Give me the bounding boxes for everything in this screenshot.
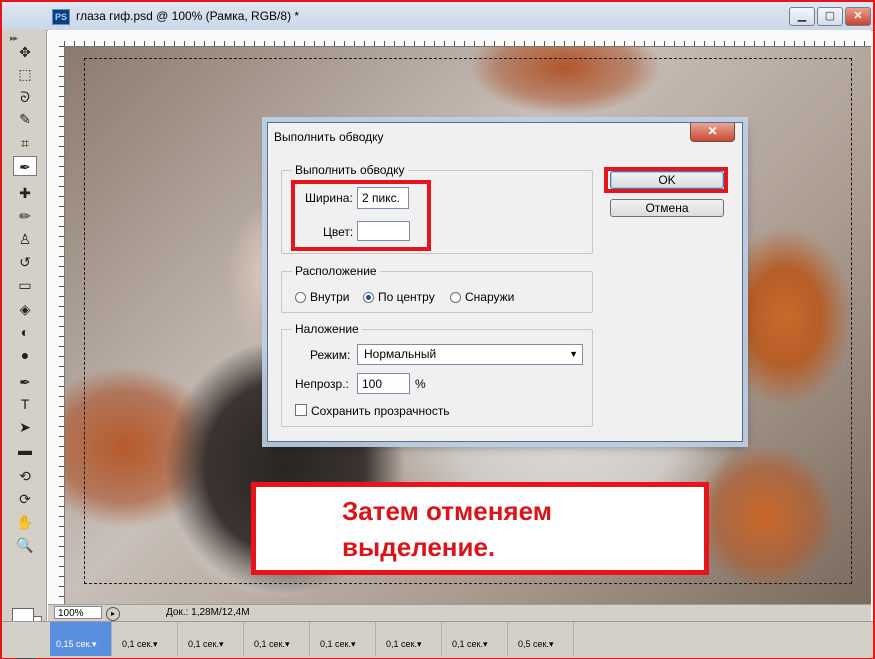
- animation-frame[interactable]: 0,15 сек.▾: [50, 622, 112, 656]
- animation-frame[interactable]: 0,1 сек.▾: [314, 622, 376, 656]
- marquee-tool-icon[interactable]: ⬚: [13, 64, 37, 84]
- frame-delay[interactable]: 0,1 сек.▾: [122, 639, 157, 650]
- frame-delay[interactable]: 0,1 сек.▾: [254, 639, 289, 650]
- preserve-transparency-label[interactable]: Сохранить прозрачность: [311, 404, 450, 418]
- maximize-icon[interactable]: ▢: [817, 7, 843, 26]
- zoom-tool-icon[interactable]: 🔍: [13, 535, 37, 555]
- frame-delay[interactable]: 0,15 сек.▾: [56, 639, 96, 650]
- animation-frame[interactable]: 0,1 сек.▾: [380, 622, 442, 656]
- stroke-group-legend: Выполнить обводку: [292, 163, 408, 177]
- mode-select[interactable]: Нормальный ▼: [357, 344, 583, 365]
- hand-tool-icon[interactable]: ✋: [13, 512, 37, 532]
- close-icon[interactable]: ✕: [845, 7, 871, 26]
- mode-label: Режим:: [310, 348, 351, 362]
- dodge-tool-icon[interactable]: ●: [13, 345, 37, 365]
- close-icon[interactable]: ✕: [690, 123, 735, 142]
- horizontal-scrollbar[interactable]: [310, 604, 871, 621]
- rectangle-tool-icon[interactable]: ▬: [13, 440, 37, 460]
- status-menu-icon[interactable]: ▸: [106, 607, 120, 621]
- center-radio[interactable]: [363, 292, 374, 303]
- animation-frame[interactable]: 0,5 сек.▾: [512, 622, 574, 656]
- cancel-button[interactable]: Отмена: [610, 199, 724, 217]
- blending-group-legend: Наложение: [292, 322, 362, 336]
- title-bar: PS глаза гиф.psd @ 100% (Рамка, RGB/8) *…: [2, 2, 873, 31]
- chevron-down-icon: ▼: [569, 349, 578, 359]
- history-brush-tool-icon[interactable]: ↺: [13, 252, 37, 272]
- eyedropper-tool-icon[interactable]: ✒: [13, 156, 37, 176]
- 3d-rotate-tool-icon[interactable]: ⟲: [13, 466, 37, 486]
- ok-button-highlight: [604, 167, 728, 193]
- opacity-field[interactable]: 100: [357, 373, 410, 394]
- outside-radio[interactable]: [450, 292, 461, 303]
- animation-frame[interactable]: 0,1 сек.▾: [446, 622, 508, 656]
- opacity-unit: %: [415, 377, 426, 391]
- healing-brush-tool-icon[interactable]: ✚: [13, 183, 37, 203]
- vertical-ruler[interactable]: [48, 46, 65, 604]
- inside-label[interactable]: Внутри: [310, 290, 350, 304]
- animation-frame[interactable]: 0,1 сек.▾: [182, 622, 244, 656]
- status-bar: 100% ▸ Док.: 1,28M/12,4M: [48, 604, 310, 621]
- inside-radio[interactable]: [295, 292, 306, 303]
- dialog-title: Выполнить обводку: [274, 130, 384, 144]
- blur-tool-icon[interactable]: ◐: [13, 322, 37, 342]
- mode-value: Нормальный: [364, 347, 437, 361]
- type-tool-icon[interactable]: T: [13, 394, 37, 414]
- ruler-corner: [48, 30, 65, 47]
- frame-delay[interactable]: 0,1 сек.▾: [188, 639, 223, 650]
- minimize-icon[interactable]: ▁: [789, 7, 815, 26]
- lasso-tool-icon[interactable]: ᘐ: [13, 87, 37, 107]
- photoshop-icon: PS: [52, 9, 70, 25]
- frame-delay[interactable]: 0,1 сек.▾: [452, 639, 487, 650]
- animation-frame[interactable]: 0,1 сек.▾: [116, 622, 178, 656]
- animation-frame[interactable]: 0,1 сек.▾: [248, 622, 310, 656]
- horizontal-ruler[interactable]: [64, 30, 871, 47]
- tools-panel: ▸▸ ✥ ⬚ ᘐ ✎ ⌗ ✒ ✚ ✏ ♙ ↺ ▭ ◈ ◐ ● ✒ T ➤ ▬ ⟲…: [2, 30, 47, 659]
- 3d-orbit-tool-icon[interactable]: ⟳: [13, 489, 37, 509]
- frame-delay[interactable]: 0,1 сек.▾: [320, 639, 355, 650]
- outside-label[interactable]: Снаружи: [465, 290, 514, 304]
- pen-tool-icon[interactable]: ✒: [13, 372, 37, 392]
- instruction-callout: Затем отменяем выделение.: [251, 482, 709, 575]
- path-selection-tool-icon[interactable]: ➤: [13, 417, 37, 437]
- opacity-label: Непрозр.:: [295, 377, 349, 391]
- frame-delay[interactable]: 0,1 сек.▾: [386, 639, 421, 650]
- document-size-info[interactable]: Док.: 1,28M/12,4M: [166, 606, 250, 620]
- brush-tool-icon[interactable]: ✏: [13, 206, 37, 226]
- window-title: глаза гиф.psd @ 100% (Рамка, RGB/8) *: [76, 9, 300, 23]
- preserve-transparency-checkbox[interactable]: [295, 404, 307, 416]
- move-tool-icon[interactable]: ✥: [13, 42, 37, 62]
- zoom-level-field[interactable]: 100%: [54, 606, 102, 619]
- center-label[interactable]: По центру: [378, 290, 435, 304]
- frame-delay[interactable]: 0,5 сек.▾: [518, 639, 553, 650]
- crop-tool-icon[interactable]: ⌗: [13, 133, 37, 153]
- location-group-legend: Расположение: [292, 264, 380, 278]
- eraser-tool-icon[interactable]: ▭: [13, 275, 37, 295]
- clone-stamp-tool-icon[interactable]: ♙: [13, 229, 37, 249]
- paint-bucket-tool-icon[interactable]: ◈: [13, 299, 37, 319]
- animation-panel: 0,15 сек.▾ 0,1 сек.▾ 0,1 сек.▾ 0,1 сек.▾…: [2, 621, 873, 658]
- instruction-text: Затем отменяем выделение.: [342, 496, 552, 562]
- width-color-highlight: [291, 180, 431, 251]
- quick-selection-tool-icon[interactable]: ✎: [13, 109, 37, 129]
